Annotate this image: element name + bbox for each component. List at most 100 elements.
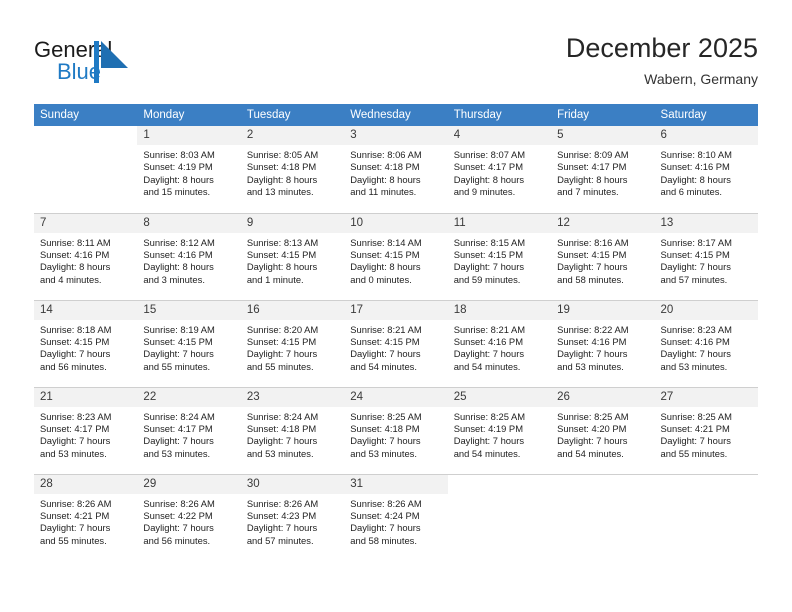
day-details: Sunrise: 8:03 AM Sunset: 4:19 PM Daylight:… bbox=[137, 145, 240, 199]
day-details: Sunrise: 8:17 AM Sunset: 4:15 PM Daylight:… bbox=[655, 233, 758, 287]
weekday-header-saturday: Saturday bbox=[654, 104, 758, 126]
daylight-duration-line2: and 1 minute. bbox=[246, 273, 304, 285]
sunset-time: Sunset: 4:17 PM bbox=[453, 161, 523, 173]
day-details: Sunrise: 8:21 AM Sunset: 4:15 PM Daylight:… bbox=[344, 320, 447, 374]
daylight-duration-line1: Daylight: 7 hours bbox=[557, 348, 628, 360]
calendar-day-cell[interactable]: 21 Sunrise: 8:23 AM Sunset: 4:17 PM Dayligh… bbox=[34, 386, 138, 474]
sunrise-time: Sunrise: 8:10 AM bbox=[660, 149, 732, 160]
calendar-day-cell[interactable]: 12 Sunrise: 8:16 AM Sunset: 4:15 PM Dayligh… bbox=[551, 212, 655, 300]
calendar-day-cell[interactable]: 27 Sunrise: 8:25 AM Sunset: 4:21 PM Dayligh… bbox=[654, 386, 758, 474]
day-details: Sunrise: 8:21 AM Sunset: 4:16 PM Daylight:… bbox=[448, 320, 551, 374]
calendar-day-cell[interactable]: 20 Sunrise: 8:23 AM Sunset: 4:16 PM Dayligh… bbox=[654, 299, 758, 387]
calendar-day-cell[interactable]: 5 Sunrise: 8:09 AM Sunset: 4:17 PM Daylight… bbox=[551, 126, 655, 213]
sunset-time: Sunset: 4:15 PM bbox=[557, 248, 627, 260]
location-subtitle: Wabern, Germany bbox=[644, 71, 758, 87]
calendar-day-cell[interactable]: 24 Sunrise: 8:25 AM Sunset: 4:18 PM Dayligh… bbox=[344, 386, 448, 474]
calendar-day-cell[interactable]: 17 Sunrise: 8:21 AM Sunset: 4:15 PM Dayligh… bbox=[344, 299, 448, 387]
sunrise-time: Sunrise: 8:16 AM bbox=[557, 236, 629, 248]
daylight-duration-line2: and 0 minutes. bbox=[350, 273, 412, 285]
sunrise-time: Sunrise: 8:03 AM bbox=[143, 149, 215, 160]
brand-logo[interactable]: General Blue bbox=[34, 38, 164, 88]
calendar-day-cell[interactable]: 16 Sunrise: 8:20 AM Sunset: 4:15 PM Dayligh… bbox=[240, 299, 345, 387]
calendar-week-row: 28 Sunrise: 8:26 AM Sunset: 4:21 PM Dayligh… bbox=[34, 473, 758, 561]
daylight-duration-line1: Daylight: 7 hours bbox=[143, 435, 214, 447]
sunrise-time: Sunrise: 8:20 AM bbox=[246, 323, 319, 335]
sunset-time: Sunset: 4:15 PM bbox=[350, 248, 420, 260]
sunrise-time: Sunrise: 8:09 AM bbox=[557, 149, 629, 160]
day-details: Sunrise: 8:09 AM Sunset: 4:17 PM Daylight:… bbox=[551, 145, 654, 199]
sunset-time: Sunset: 4:18 PM bbox=[350, 161, 420, 173]
day-number: 24 bbox=[344, 387, 448, 407]
sunset-time: Sunset: 4:21 PM bbox=[660, 422, 730, 434]
calendar-day-cell[interactable]: 14 Sunrise: 8:18 AM Sunset: 4:15 PM Dayligh… bbox=[34, 299, 138, 387]
title-block: December 2025 Wabern, Germany bbox=[566, 32, 758, 88]
day-number: 1 bbox=[137, 126, 241, 145]
weekday-header-sunday: Sunday bbox=[34, 104, 138, 126]
calendar-day-cell[interactable]: 23 Sunrise: 8:24 AM Sunset: 4:18 PM Dayligh… bbox=[240, 386, 345, 474]
sunrise-time: Sunrise: 8:13 AM bbox=[246, 236, 319, 248]
calendar-day-cell[interactable]: 2 Sunrise: 8:05 AM Sunset: 4:18 PM Daylight… bbox=[240, 126, 345, 213]
page-title: December 2025 bbox=[565, 33, 758, 63]
daylight-duration-line2: and 53 minutes. bbox=[350, 447, 417, 459]
daylight-duration-line2: and 9 minutes. bbox=[453, 186, 516, 198]
daylight-duration-line1: Daylight: 7 hours bbox=[143, 522, 214, 534]
day-number: 13 bbox=[654, 213, 758, 233]
daylight-duration-line1: Daylight: 7 hours bbox=[246, 522, 318, 534]
calendar-day-cell[interactable]: 29 Sunrise: 8:26 AM Sunset: 4:22 PM Dayligh… bbox=[137, 473, 241, 561]
sunrise-time: Sunrise: 8:21 AM bbox=[350, 323, 422, 335]
day-number: 3 bbox=[344, 126, 448, 145]
calendar-day-cell[interactable]: 28 Sunrise: 8:26 AM Sunset: 4:21 PM Dayligh… bbox=[34, 473, 138, 561]
daylight-duration-line1: Daylight: 8 hours bbox=[557, 173, 628, 185]
calendar-day-cell[interactable]: 6 Sunrise: 8:10 AM Sunset: 4:16 PM Daylight… bbox=[654, 126, 758, 213]
daylight-duration-line2: and 54 minutes. bbox=[453, 447, 521, 459]
calendar-day-cell[interactable]: 15 Sunrise: 8:19 AM Sunset: 4:15 PM Dayligh… bbox=[137, 299, 241, 387]
sunset-time: Sunset: 4:15 PM bbox=[143, 335, 213, 347]
calendar-day-cell[interactable]: 4 Sunrise: 8:07 AM Sunset: 4:17 PM Daylight… bbox=[447, 126, 552, 213]
day-details: Sunrise: 8:26 AM Sunset: 4:23 PM Daylight:… bbox=[241, 494, 344, 548]
daylight-duration-line2: and 56 minutes. bbox=[40, 360, 107, 372]
daylight-duration-line2: and 7 minutes. bbox=[557, 186, 619, 198]
weekday-header-wednesday: Wednesday bbox=[344, 104, 448, 126]
sunset-time: Sunset: 4:18 PM bbox=[246, 161, 317, 173]
calendar-day-cell[interactable]: 9 Sunrise: 8:13 AM Sunset: 4:15 PM Daylight… bbox=[240, 212, 345, 300]
sunrise-time: Sunrise: 8:26 AM bbox=[246, 497, 319, 509]
calendar-day-cell[interactable]: 3 Sunrise: 8:06 AM Sunset: 4:18 PM Daylight… bbox=[344, 126, 448, 213]
sunrise-time: Sunrise: 8:18 AM bbox=[40, 323, 112, 335]
sunrise-time: Sunrise: 8:07 AM bbox=[453, 149, 526, 160]
daylight-duration-line2: and 53 minutes. bbox=[40, 447, 107, 459]
day-details: Sunrise: 8:20 AM Sunset: 4:15 PM Daylight:… bbox=[241, 320, 344, 374]
sunrise-time: Sunrise: 8:12 AM bbox=[143, 236, 215, 248]
calendar-day-cell[interactable]: 7 Sunrise: 8:11 AM Sunset: 4:16 PM Daylight… bbox=[34, 212, 138, 300]
daylight-duration-line2: and 56 minutes. bbox=[143, 534, 211, 546]
day-number: 29 bbox=[137, 474, 241, 494]
calendar-day-cell[interactable]: 8 Sunrise: 8:12 AM Sunset: 4:16 PM Daylight… bbox=[137, 212, 241, 300]
day-details: Sunrise: 8:14 AM Sunset: 4:15 PM Daylight:… bbox=[344, 233, 447, 287]
sunrise-time: Sunrise: 8:23 AM bbox=[660, 323, 732, 335]
day-number: 21 bbox=[34, 387, 138, 407]
calendar-day-cell[interactable]: 30 Sunrise: 8:26 AM Sunset: 4:23 PM Dayligh… bbox=[240, 473, 345, 561]
calendar-day-cell[interactable]: 19 Sunrise: 8:22 AM Sunset: 4:16 PM Dayligh… bbox=[551, 299, 655, 387]
sunrise-time: Sunrise: 8:21 AM bbox=[453, 323, 526, 335]
calendar-day-cell[interactable]: 31 Sunrise: 8:26 AM Sunset: 4:24 PM Dayligh… bbox=[344, 473, 448, 561]
sunset-time: Sunset: 4:18 PM bbox=[350, 422, 420, 434]
daylight-duration-line1: Daylight: 7 hours bbox=[660, 261, 731, 273]
sunset-time: Sunset: 4:16 PM bbox=[660, 161, 730, 173]
daylight-duration-line1: Daylight: 7 hours bbox=[453, 261, 525, 273]
calendar-day-cell[interactable]: 1 Sunrise: 8:03 AM Sunset: 4:19 PM Daylight… bbox=[137, 126, 241, 213]
calendar-cell-empty bbox=[447, 473, 552, 561]
day-details: Sunrise: 8:06 AM Sunset: 4:18 PM Daylight:… bbox=[344, 145, 447, 199]
calendar-day-cell[interactable]: 10 Sunrise: 8:14 AM Sunset: 4:15 PM Dayligh… bbox=[344, 212, 448, 300]
daylight-duration-line1: Daylight: 7 hours bbox=[453, 435, 525, 447]
calendar-day-cell[interactable]: 25 Sunrise: 8:25 AM Sunset: 4:19 PM Dayligh… bbox=[447, 386, 552, 474]
calendar-day-cell[interactable]: 11 Sunrise: 8:15 AM Sunset: 4:15 PM Dayligh… bbox=[447, 212, 552, 300]
sunrise-time: Sunrise: 8:19 AM bbox=[143, 323, 215, 335]
calendar-day-cell[interactable]: 26 Sunrise: 8:25 AM Sunset: 4:20 PM Dayligh… bbox=[551, 386, 655, 474]
day-number: 8 bbox=[137, 213, 241, 233]
calendar-day-cell[interactable]: 13 Sunrise: 8:17 AM Sunset: 4:15 PM Dayligh… bbox=[654, 212, 758, 300]
day-details: Sunrise: 8:26 AM Sunset: 4:21 PM Daylight:… bbox=[34, 494, 137, 548]
sunrise-time: Sunrise: 8:26 AM bbox=[40, 497, 112, 509]
daylight-duration-line1: Daylight: 8 hours bbox=[143, 173, 214, 185]
calendar-day-cell[interactable]: 22 Sunrise: 8:24 AM Sunset: 4:17 PM Dayligh… bbox=[137, 386, 241, 474]
calendar-day-cell[interactable]: 18 Sunrise: 8:21 AM Sunset: 4:16 PM Dayligh… bbox=[447, 299, 552, 387]
daylight-duration-line2: and 53 minutes. bbox=[246, 447, 314, 459]
